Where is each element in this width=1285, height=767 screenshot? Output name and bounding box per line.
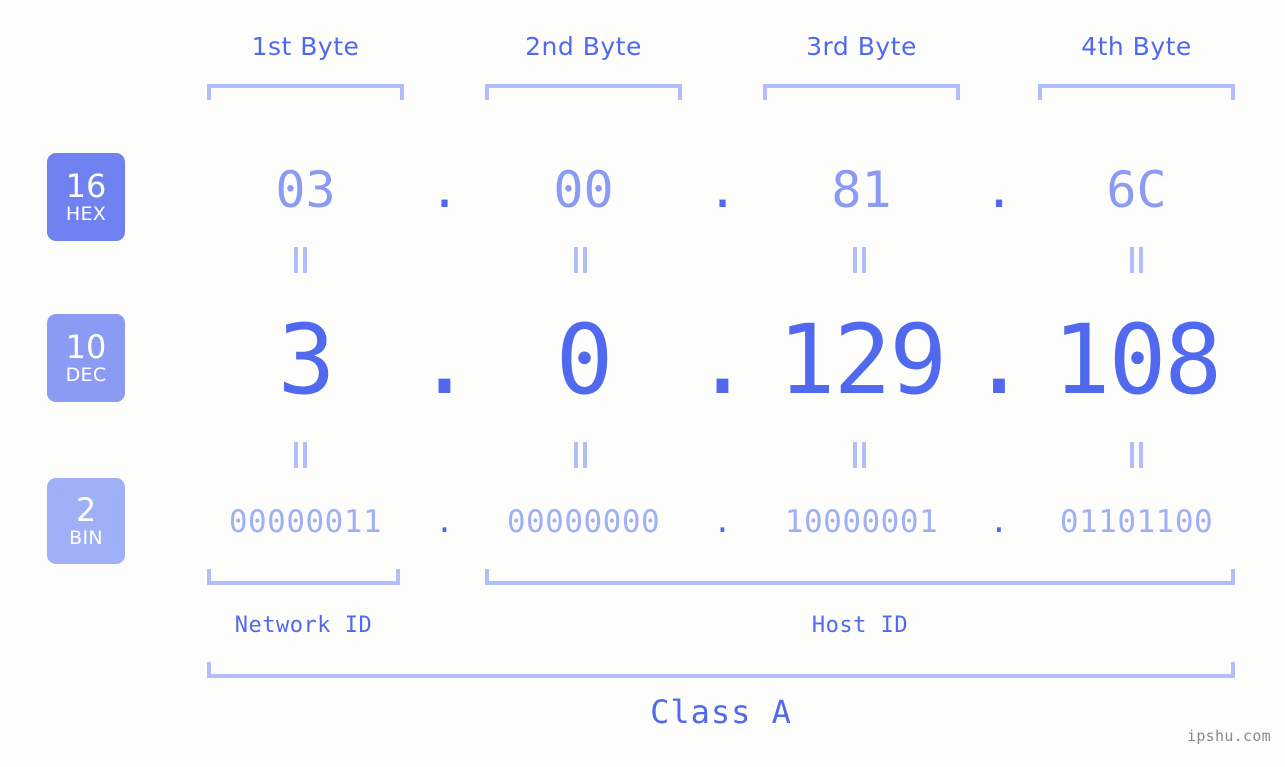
radix-badge-dec-unit: DEC — [65, 364, 107, 386]
site-watermark: ipshu.com — [1187, 727, 1271, 745]
byte-bracket-4 — [1038, 84, 1235, 100]
radix-badge-bin-number: 2 — [75, 491, 97, 529]
network-id-label: Network ID — [234, 613, 373, 638]
radix-badge-bin-unit: BIN — [69, 527, 103, 549]
host-id-bracket — [485, 569, 1235, 585]
radix-badge-hex-unit: HEX — [65, 203, 107, 225]
radix-badge-dec-number: 10 — [65, 328, 107, 366]
equals-mark-hex-dec-3 — [849, 247, 869, 273]
dec-separator-1: . — [415, 304, 474, 416]
equals-mark-dec-bin-3 — [849, 442, 869, 468]
hex-octet-4: 6C — [1106, 161, 1167, 219]
byte-bracket-2 — [485, 84, 682, 100]
network-id-bracket — [207, 569, 400, 585]
equals-mark-dec-bin-4 — [1126, 442, 1146, 468]
equals-mark-dec-bin-1 — [290, 442, 310, 468]
radix-badge-hex: 16 HEX — [47, 153, 125, 241]
bin-octet-1: 00000011 — [228, 504, 383, 540]
dec-separator-3: . — [970, 304, 1028, 416]
bin-octet-4: 01101100 — [1059, 504, 1214, 540]
class-bracket — [207, 662, 1235, 678]
hex-value-row: 03 . 00 . 81 . 6C — [150, 150, 1260, 230]
hex-octet-1: 03 — [275, 161, 336, 219]
radix-badge-dec: 10 DEC — [47, 314, 125, 402]
hex-separator-2: . — [707, 161, 738, 219]
dec-octet-4: 108 — [1052, 304, 1222, 416]
radix-badge-bin: 2 BIN — [47, 478, 125, 564]
hex-octet-3: 81 — [831, 161, 892, 219]
equals-mark-hex-dec-1 — [290, 247, 310, 273]
hex-separator-1: . — [429, 161, 460, 219]
hex-octet-2: 00 — [553, 161, 614, 219]
bin-separator-2: . — [713, 504, 732, 540]
equals-mark-dec-bin-2 — [570, 442, 590, 468]
hex-separator-3: . — [983, 161, 1015, 219]
dec-octet-3: 129 — [777, 304, 947, 416]
dec-octet-1: 3 — [277, 304, 336, 416]
byte-header-3: 3rd Byte — [806, 32, 917, 61]
byte-header-4: 4th Byte — [1081, 32, 1192, 61]
byte-header-2: 2nd Byte — [525, 32, 642, 61]
bin-separator-3: . — [989, 504, 1009, 540]
equals-mark-hex-dec-2 — [570, 247, 590, 273]
bin-octet-3: 10000001 — [784, 504, 939, 540]
bin-value-row: 00000011 . 00000000 . 10000001 . 0110110… — [150, 492, 1260, 552]
dec-separator-2: . — [693, 304, 752, 416]
bin-octet-2: 00000000 — [506, 504, 661, 540]
bin-separator-1: . — [435, 504, 454, 540]
class-label: Class A — [650, 693, 792, 731]
byte-bracket-1 — [207, 84, 404, 100]
byte-header-1: 1st Byte — [251, 32, 360, 61]
radix-badge-hex-number: 16 — [65, 167, 107, 205]
equals-mark-hex-dec-4 — [1126, 247, 1146, 273]
byte-bracket-3 — [763, 84, 960, 100]
dec-value-row: 3 . 0 . 129 . 108 — [150, 300, 1260, 420]
host-id-label: Host ID — [811, 613, 909, 638]
dec-octet-2: 0 — [555, 304, 614, 416]
ip-address-breakdown-diagram: 1st Byte 2nd Byte 3rd Byte 4th Byte 16 H… — [0, 0, 1285, 767]
